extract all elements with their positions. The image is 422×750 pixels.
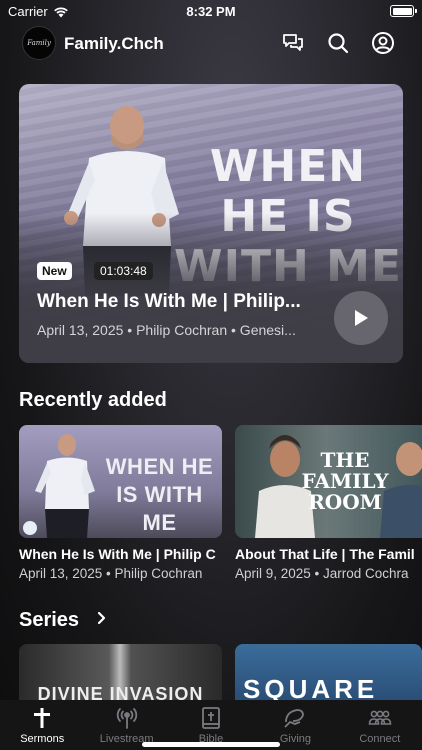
logo-text: Family (27, 39, 51, 47)
chevron-right-icon (97, 611, 105, 625)
series-artwork-title: DIVINE INVASION (37, 684, 204, 700)
broadcast-icon (116, 708, 137, 729)
home-indicator (142, 742, 280, 747)
battery-icon (390, 5, 417, 17)
play-icon (355, 310, 368, 326)
recent-artwork-title: THE FAMILY ROOM (301, 448, 389, 514)
recent-title: About That Life | The Famil (235, 546, 415, 562)
giving-icon (284, 709, 305, 728)
status-bar: Carrier 8:32 PM (0, 0, 422, 24)
tab-label: Connect (359, 733, 401, 745)
recent-title: When He Is With Me | Philip C (19, 546, 216, 562)
people-icon (368, 710, 392, 725)
hero-sermon-title: When He Is With Me | Philip... (37, 291, 301, 312)
tab-connect[interactable]: Connect (338, 700, 422, 750)
series-artwork-title: SQUARE UP (243, 674, 379, 700)
new-badge: New (37, 262, 72, 280)
series-badge-icon (23, 521, 37, 535)
tab-label: Giving (279, 733, 312, 745)
search-icon[interactable] (326, 31, 350, 55)
app-title: Family.Chch (64, 34, 164, 53)
recent-thumbnail: WHEN HE IS WITH ME (19, 425, 222, 538)
recently-added-heading: Recently added (19, 389, 167, 411)
series-card[interactable]: DIVINE INVASION (19, 644, 222, 700)
chat-icon[interactable] (281, 31, 305, 55)
recent-artwork-title: WHEN HE IS WITH ME (105, 454, 214, 535)
hero-sermon-meta: April 13, 2025 • Philip Cochran • Genesi… (37, 322, 296, 338)
duration-badge: 01:03:48 (94, 262, 153, 280)
recent-meta: April 13, 2025 • Philip Cochran (19, 566, 203, 581)
play-button[interactable] (334, 291, 388, 345)
tab-label: Sermons (20, 733, 65, 745)
recent-thumbnail: THE FAMILY ROOM (235, 425, 422, 538)
series-heading-label: Series (19, 609, 80, 631)
cross-icon (34, 708, 51, 728)
profile-icon[interactable] (371, 31, 395, 55)
church-logo[interactable]: Family (22, 26, 56, 60)
recent-sermon-card[interactable]: THE FAMILY ROOM About That Life | The Fa… (235, 425, 422, 581)
bible-icon (202, 707, 220, 729)
series-card[interactable]: SQUARE UP (235, 644, 422, 700)
recent-meta: April 9, 2025 • Jarrod Cochra (235, 566, 409, 581)
recent-sermon-card[interactable]: WHEN HE IS WITH ME When He Is With Me | … (19, 425, 222, 581)
app-header: Family Family.Chch (0, 26, 422, 62)
series-heading[interactable]: Series (19, 609, 107, 632)
status-time: 8:32 PM (186, 4, 236, 19)
speaker-image (35, 434, 95, 538)
tab-sermons[interactable]: Sermons (0, 700, 84, 750)
featured-sermon-card[interactable]: WHEN HE IS WITH ME New 01:03:48 When He … (19, 84, 403, 363)
